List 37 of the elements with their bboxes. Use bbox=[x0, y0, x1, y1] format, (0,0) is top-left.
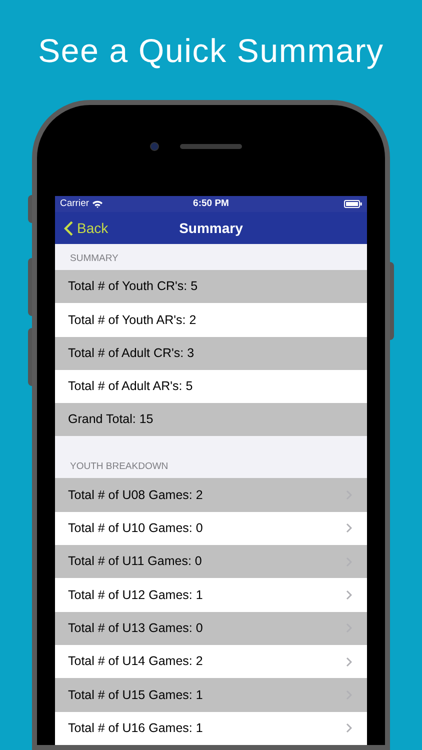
speaker-grille bbox=[180, 144, 242, 149]
chevron-icon bbox=[346, 656, 352, 667]
back-chevron-icon bbox=[64, 220, 73, 236]
headline: See a Quick Summary bbox=[37, 31, 385, 71]
screen-title: Summary bbox=[179, 218, 243, 238]
table-row[interactable]: Total # of U11 Games: 0 bbox=[55, 545, 367, 578]
chevron-icon bbox=[346, 723, 352, 734]
row-label: Total # of U13 Games: 0 bbox=[68, 620, 203, 637]
chevron-icon bbox=[346, 590, 352, 600]
table-row[interactable]: Total # of U10 Games: 0 bbox=[55, 512, 367, 546]
row-label: Total # of Adult CR's: 3 bbox=[68, 344, 194, 362]
row-label: Total # of U15 Games: 1 bbox=[68, 686, 203, 704]
row-label: Grand Total: 15 bbox=[68, 411, 154, 428]
status-time: 6:50 PM bbox=[193, 196, 229, 211]
camera-icon bbox=[150, 142, 159, 151]
wifi-icon bbox=[92, 200, 104, 208]
row-label: Total # of Adult AR's: 5 bbox=[68, 378, 193, 396]
row-label: Total # of U16 Games: 1 bbox=[68, 720, 203, 737]
table-row[interactable]: Total # of U14 Games: 2 bbox=[55, 644, 367, 678]
row-label: Total # of U10 Games: 0 bbox=[68, 520, 203, 538]
table-row[interactable]: Total # of U12 Games: 1 bbox=[55, 578, 367, 612]
carrier-label: Carrier bbox=[60, 196, 90, 211]
table-row[interactable]: Total # of U15 Games: 1 bbox=[55, 678, 367, 712]
chevron-icon bbox=[346, 523, 352, 534]
section-header: SUMMARY bbox=[70, 252, 118, 266]
row-label: Total # of U14 Games: 2 bbox=[68, 653, 203, 670]
row-label: Total # of Youth AR's: 2 bbox=[68, 312, 196, 329]
row-label: Total # of U08 Games: 2 bbox=[68, 486, 203, 504]
row-label: Total # of U12 Games: 1 bbox=[68, 586, 203, 604]
back-button[interactable]: Back bbox=[55, 218, 108, 238]
table-row[interactable]: Total # of U16 Games: 1 bbox=[55, 712, 367, 745]
row-label: Total # of U11 Games: 0 bbox=[68, 553, 202, 570]
table-row[interactable]: Total # of U08 Games: 2 bbox=[55, 478, 367, 512]
table-row[interactable]: Total # of U13 Games: 0 bbox=[55, 612, 367, 645]
row-label: Total # of Youth CR's: 5 bbox=[68, 278, 198, 296]
battery-icon bbox=[344, 200, 362, 208]
section-header: YOUTH BREAKDOWN bbox=[70, 460, 168, 474]
